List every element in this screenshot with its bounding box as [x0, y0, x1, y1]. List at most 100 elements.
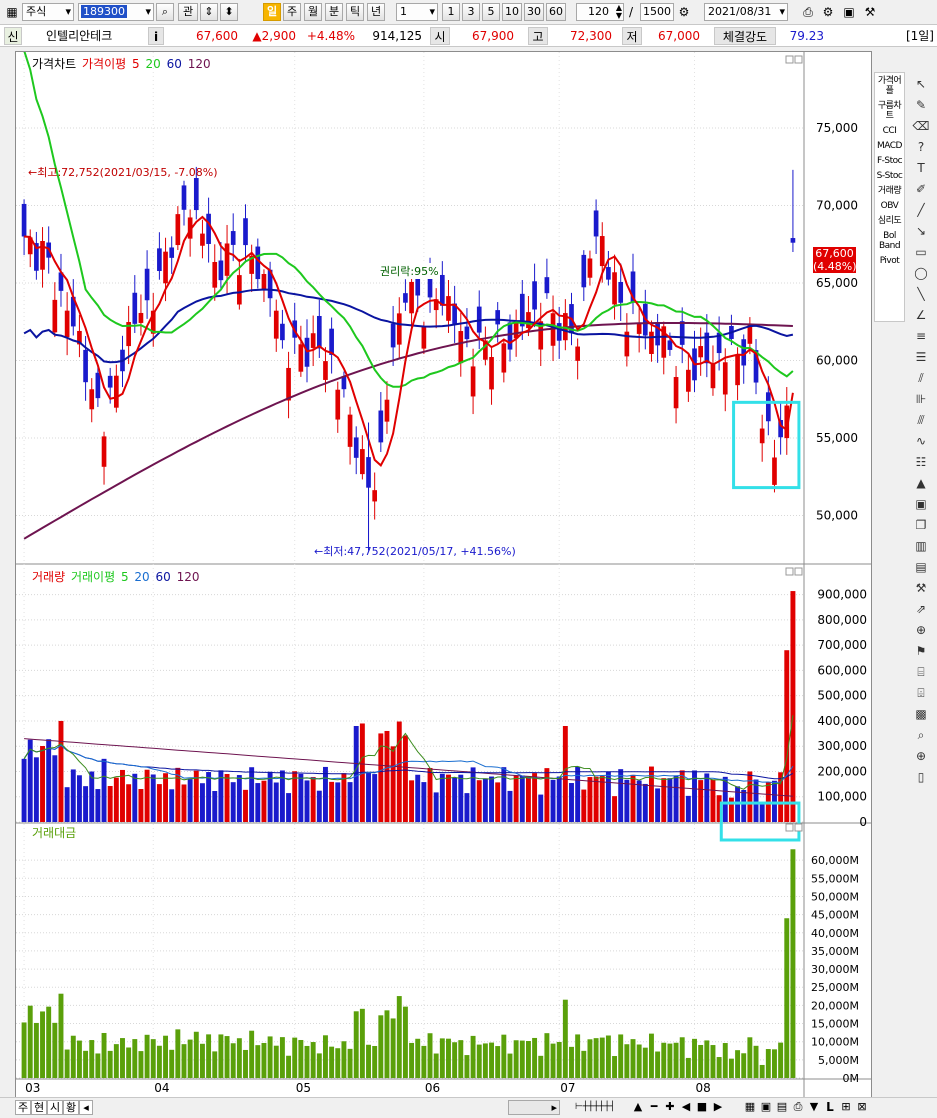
zoom-out-icon[interactable]: ▲	[630, 1099, 646, 1115]
help-icon[interactable]: ?	[911, 138, 931, 156]
tab-minute[interactable]: 분	[325, 3, 343, 21]
indicator-item[interactable]: 심리도	[875, 216, 904, 226]
eraser-icon[interactable]: ✎	[911, 96, 931, 114]
down-icon[interactable]: ▼	[806, 1099, 822, 1115]
wrench-icon[interactable]: ⚒	[911, 579, 931, 597]
search-button[interactable]: ⌕	[156, 3, 174, 21]
indicator-item[interactable]: CCI	[875, 126, 904, 136]
market-select[interactable]: 주식 ▾	[22, 3, 74, 21]
count-stepper[interactable]: 120 ▲ ▼	[576, 3, 624, 21]
interval-1-button[interactable]: 1	[442, 3, 460, 21]
amount-bar	[21, 1022, 27, 1078]
next-icon[interactable]: ▶	[710, 1099, 726, 1115]
indicator-item[interactable]: OBV	[875, 201, 904, 211]
price-icon[interactable]: ⇗	[911, 600, 931, 618]
tab-month[interactable]: 월	[304, 3, 322, 21]
indicator-item[interactable]: S-Stoc	[875, 171, 904, 181]
indicator-item[interactable]: F-Stoc	[875, 156, 904, 166]
indicator-item[interactable]: 가격어플	[875, 76, 904, 96]
search-icon[interactable]: ⌕	[911, 726, 931, 744]
interval-10-button[interactable]: 10	[502, 3, 522, 21]
interval-3-button[interactable]: 3	[462, 3, 480, 21]
gwan-button[interactable]: 관	[178, 3, 198, 21]
excel-icon[interactable]: ▩	[911, 705, 931, 723]
gear-icon[interactable]: ⚙	[820, 4, 836, 20]
interval-30-button[interactable]: 30	[524, 3, 544, 21]
table-icon[interactable]: ▦	[742, 1099, 758, 1115]
stop-icon[interactable]: ■	[694, 1099, 710, 1115]
print-icon[interactable]: ⎙	[790, 1099, 806, 1115]
report-icon[interactable]: ⌹	[911, 684, 931, 702]
tab-day[interactable]: 일	[263, 3, 281, 21]
fit-icon[interactable]: ⊠	[854, 1099, 870, 1115]
grid-icon[interactable]: ⊞	[838, 1099, 854, 1115]
spin-button[interactable]: ⬍	[220, 3, 238, 21]
last-price-label: 67,600	[815, 247, 854, 260]
note-icon[interactable]: ▯	[911, 768, 931, 786]
indicator-item[interactable]: Pivot	[875, 256, 904, 266]
erase-all-icon[interactable]: ⌫	[911, 117, 931, 135]
grid-menu-icon[interactable]: ▦	[4, 4, 20, 20]
plus-icon[interactable]: ✚	[662, 1099, 678, 1115]
cycle-icon[interactable]: ⊪	[911, 390, 931, 408]
code-input[interactable]: 189300 ▾	[78, 3, 154, 21]
gann-icon[interactable]: ∠	[911, 306, 931, 324]
interval-60-button[interactable]: 60	[546, 3, 566, 21]
save-icon[interactable]: ▣	[841, 4, 857, 20]
prev-stock-button[interactable]: ⇕	[200, 3, 218, 21]
parallel-icon[interactable]: ⫻	[911, 411, 931, 429]
order-icon[interactable]: ⚑	[911, 642, 931, 660]
tab-week[interactable]: 주	[283, 3, 301, 21]
total-input[interactable]: 1500	[640, 3, 674, 21]
indicator-item[interactable]: 구름차트	[875, 101, 904, 121]
trendline-icon[interactable]: ╲	[911, 285, 931, 303]
auto-icon[interactable]: ▲	[911, 474, 931, 492]
line-icon[interactable]: ╱	[911, 201, 931, 219]
text-icon[interactable]: T	[911, 159, 931, 177]
horizontal-scrollbar[interactable]: ▸	[508, 1100, 560, 1115]
chart-area[interactable]: 50,000 55,000 60,000 65,000 70,000 75,000 0 100…	[15, 51, 872, 1098]
save-icon[interactable]: ▣	[758, 1099, 774, 1115]
crosshair-icon[interactable]: ⊕	[911, 747, 931, 765]
tab-status[interactable]: 황	[63, 1100, 79, 1115]
channel-icon[interactable]: ≡	[911, 327, 931, 345]
zoom-slider[interactable]: ⊢┼┼┼┼┼┤	[564, 1100, 626, 1115]
arrow-line-icon[interactable]: ↘	[911, 222, 931, 240]
wave-icon[interactable]: ∿	[911, 432, 931, 450]
prev-icon[interactable]: ◀	[678, 1099, 694, 1115]
tab-weekly[interactable]: 주	[15, 1100, 31, 1115]
tab-year[interactable]: 년	[367, 3, 385, 21]
chart-type-icon[interactable]: ▥	[911, 537, 931, 555]
fan-icon[interactable]: ⫽	[911, 369, 931, 387]
interval-select[interactable]: 1 ▾	[396, 3, 438, 21]
tool-icon[interactable]: ⚒	[862, 4, 878, 20]
tab-tick[interactable]: 틱	[346, 3, 364, 21]
info-icon[interactable]: i	[148, 27, 164, 45]
rectangle-icon[interactable]: ▭	[911, 243, 931, 261]
minus-icon[interactable]: ━	[646, 1099, 662, 1115]
current-price: 67,600	[196, 29, 238, 43]
month-tick-label: 06	[425, 1081, 440, 1095]
print-icon[interactable]: ⎙	[800, 4, 816, 20]
date-picker[interactable]: 2021/08/31 ▾	[704, 3, 788, 21]
image-icon[interactable]: ▤	[774, 1099, 790, 1115]
scroll-left-icon[interactable]: ◂	[79, 1100, 93, 1115]
cursor-icon[interactable]: ↖	[911, 75, 931, 93]
interval-5-button[interactable]: 5	[482, 3, 500, 21]
fibo-icon[interactable]: ☰	[911, 348, 931, 366]
window-icon[interactable]: ▣	[911, 495, 931, 513]
copy-icon[interactable]: ❐	[911, 516, 931, 534]
ellipse-icon[interactable]: ◯	[911, 264, 931, 282]
log-icon[interactable]: L	[822, 1099, 838, 1115]
compare-icon[interactable]: ▤	[911, 558, 931, 576]
indicator-item[interactable]: 거래량	[875, 186, 904, 196]
zoom-stock-icon[interactable]: ⊕	[911, 621, 931, 639]
pen-icon[interactable]: ✐	[911, 180, 931, 198]
tab-market[interactable]: 시	[47, 1100, 63, 1115]
settings-small-icon[interactable]: ⚙	[676, 4, 692, 20]
levels-icon[interactable]: ☷	[911, 453, 931, 471]
analysis-icon[interactable]: ⌸	[911, 663, 931, 681]
indicator-item[interactable]: MACD	[875, 141, 904, 151]
indicator-item[interactable]: Bol Band	[875, 231, 904, 251]
tab-current[interactable]: 현	[31, 1100, 47, 1115]
